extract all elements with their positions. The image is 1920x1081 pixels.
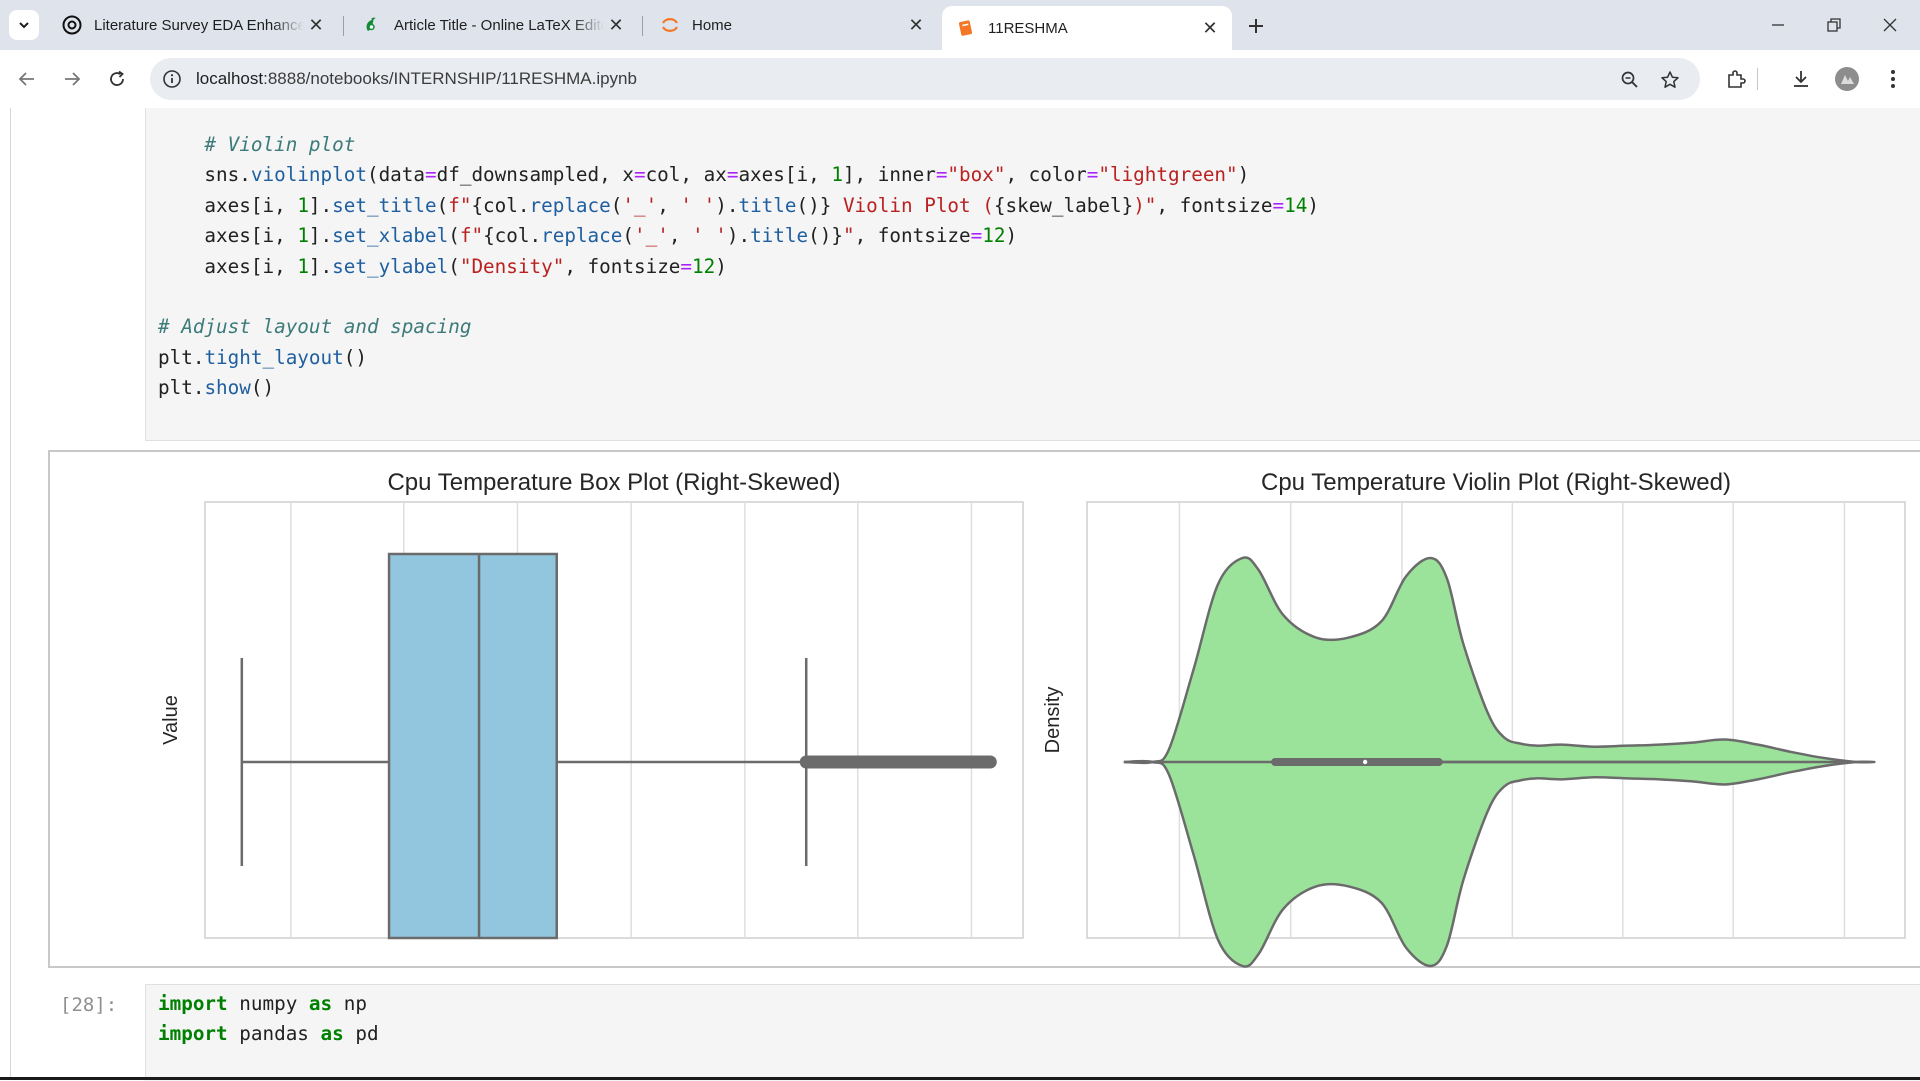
address-bar[interactable]: localhost:8888/notebooks/INTERNSHIP/11RE… <box>150 58 1700 100</box>
url-host: localhost <box>196 69 264 88</box>
close-window-button[interactable] <box>1862 8 1918 42</box>
code-line: # Violin plot <box>158 133 356 156</box>
menu-kebab-icon[interactable] <box>1880 66 1906 92</box>
chart-title: Cpu Temperature Violin Plot (Right-Skewe… <box>1261 469 1731 496</box>
minimize-button[interactable] <box>1750 8 1806 42</box>
code-line: plt.tight_layout() <box>158 345 367 369</box>
tab-search-button[interactable] <box>9 10 39 40</box>
url-text[interactable]: localhost:8888/notebooks/INTERNSHIP/11RE… <box>196 69 637 89</box>
code-line: axes[i, 1].set_title(f"{col.replace('_',… <box>158 193 1319 217</box>
profile-avatar[interactable] <box>1834 66 1860 92</box>
site-info-icon[interactable] <box>162 69 182 89</box>
minimize-icon <box>1772 24 1784 26</box>
plot-figure: Cpu Temperature Box Plot (Right-Skewed) V… <box>160 469 1906 968</box>
tab-overleaf[interactable]: Article Title - Online LaTeX Editor ✕ <box>348 6 638 44</box>
download-icon[interactable] <box>1788 66 1814 92</box>
notebook-icon <box>956 18 976 38</box>
chart-title: Cpu Temperature Box Plot (Right-Skewed) <box>387 469 840 496</box>
restore-button[interactable] <box>1806 8 1862 42</box>
code-line: import pandas as pd <box>158 1022 379 1046</box>
box-iqr <box>387 552 558 940</box>
restore-icon <box>1827 18 1841 32</box>
code-text[interactable]: import numpy as np import pandas as pd <box>158 989 379 1050</box>
overleaf-icon <box>362 15 382 35</box>
close-tab-icon[interactable]: ✕ <box>304 13 328 37</box>
chevron-down-icon <box>19 22 29 29</box>
close-icon <box>1883 18 1897 32</box>
tab-literature-survey[interactable]: Literature Survey EDA Enhancement ✕ <box>48 6 338 44</box>
code-line: axes[i, 1].set_ylabel("Density", fontsiz… <box>158 254 727 278</box>
plot-output: Cpu Temperature Box Plot (Right-Skewed) V… <box>48 450 1920 968</box>
tab-11reshma[interactable]: 11RESHMA ✕ <box>942 6 1232 50</box>
y-axis-label: Density <box>1042 687 1064 754</box>
bookmark-star-icon[interactable] <box>1658 68 1682 92</box>
cell-prompt: [28]: <box>60 994 118 1016</box>
tab-title: Literature Survey EDA Enhancement <box>94 16 304 34</box>
code-line: # Adjust layout and spacing <box>158 315 472 339</box>
new-tab-button[interactable] <box>1240 10 1272 42</box>
reload-button[interactable] <box>100 62 134 96</box>
browser-toolbar: localhost:8888/notebooks/INTERNSHIP/11RE… <box>0 50 1920 108</box>
tab-title: Article Title - Online LaTeX Editor <box>394 16 604 34</box>
tab-separator <box>642 16 643 36</box>
axes-frame-box <box>204 501 1024 939</box>
tab-jupyter-home[interactable]: Home ✕ <box>646 6 938 44</box>
code-cell-editor[interactable]: # Violin plot sns.violinplot(data=df_dow… <box>145 108 1920 441</box>
tab-title: 11RESHMA <box>988 19 1068 37</box>
code-cell-editor[interactable]: import numpy as np import pandas as pd <box>145 984 1920 1081</box>
tab-strip: Literature Survey EDA Enhancement ✕ Arti… <box>0 0 1920 50</box>
close-tab-icon[interactable]: ✕ <box>904 13 928 37</box>
extensions-icon[interactable] <box>1723 66 1749 92</box>
reload-icon <box>110 70 124 86</box>
close-tab-icon[interactable]: ✕ <box>1198 16 1222 40</box>
jupyter-icon <box>660 15 680 35</box>
zoom-icon[interactable] <box>1618 68 1642 92</box>
code-line: axes[i, 1].set_xlabel(f"{col.replace('_'… <box>158 224 1018 248</box>
url-path: :8888/notebooks/INTERNSHIP/11RESHMA.ipyn… <box>263 69 637 88</box>
notebook-area: # Violin plot sns.violinplot(data=df_dow… <box>0 108 1920 1081</box>
tab-separator <box>343 16 344 36</box>
code-text[interactable]: # Violin plot sns.violinplot(data=df_dow… <box>158 130 1319 404</box>
arrow-left-icon <box>18 72 34 86</box>
close-tab-icon[interactable]: ✕ <box>604 13 628 37</box>
back-button[interactable] <box>10 62 44 96</box>
tab-title: Home <box>692 16 733 34</box>
toolbar-divider <box>1757 68 1758 90</box>
code-line: plt.show() <box>158 376 275 400</box>
violin-median-dot <box>1362 759 1368 765</box>
openai-icon <box>62 15 82 35</box>
plus-icon <box>1249 19 1263 33</box>
code-line: import numpy as np <box>158 992 367 1015</box>
arrow-right-icon <box>65 72 81 86</box>
code-line: sns.violinplot(data=df_downsampled, x=co… <box>158 163 1250 187</box>
forward-button[interactable] <box>55 62 89 96</box>
y-axis-label: Value <box>160 695 182 745</box>
notebook-left-border <box>10 108 11 1080</box>
